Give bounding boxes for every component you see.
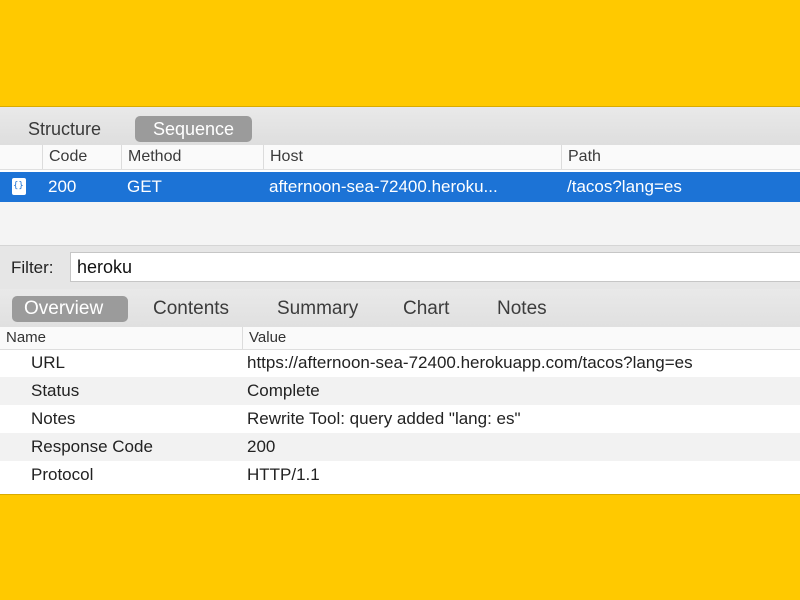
table-row[interactable]: URL https://afternoon-sea-72400.herokuap… (0, 349, 800, 377)
row-value: 200 (247, 437, 276, 456)
tab-structure[interactable]: Structure (10, 116, 119, 142)
row-name: Status (31, 381, 80, 400)
table-row[interactable]: Notes Rewrite Tool: query added "lang: e… (0, 405, 800, 433)
row-name: Response Code (31, 437, 153, 456)
overview-table: Name Value URL https://afternoon-sea-724… (0, 327, 800, 494)
column-header-method[interactable]: Method (121, 145, 181, 169)
table-row[interactable]: Response Code 200 (0, 433, 800, 461)
column-header-code[interactable]: Code (42, 145, 87, 169)
table-row[interactable]: Protocol HTTP/1.1 (0, 461, 800, 489)
column-header-name[interactable]: Name (0, 327, 46, 349)
table-row[interactable]: {} 200 GET afternoon-sea-72400.heroku...… (0, 172, 800, 202)
filter-label: Filter: (11, 258, 54, 277)
filter-input[interactable] (70, 252, 800, 282)
column-header-value[interactable]: Value (242, 327, 286, 349)
tab-chart[interactable]: Chart (391, 296, 461, 322)
column-header-host[interactable]: Host (263, 145, 303, 169)
tab-summary[interactable]: Summary (265, 296, 370, 322)
row-value: HTTP/1.1 (247, 465, 320, 484)
overview-table-header: Name Value (0, 327, 800, 350)
row-path: /tacos?lang=es (567, 177, 682, 196)
row-name: Protocol (31, 465, 94, 484)
column-header-path[interactable]: Path (561, 145, 601, 169)
tab-sequence[interactable]: Sequence (135, 116, 253, 142)
tab-overview[interactable]: Overview (12, 296, 128, 322)
row-host: afternoon-sea-72400.heroku... (269, 177, 498, 196)
tab-notes[interactable]: Notes (485, 296, 559, 322)
row-method: GET (127, 177, 162, 196)
row-name: Notes (31, 409, 76, 428)
json-file-icon: {} (12, 178, 26, 195)
row-name: URL (31, 353, 66, 372)
request-table: Code Method Host Path {} 200 GET afterno… (0, 145, 800, 245)
filter-bar: Filter: (0, 245, 800, 290)
empty-row-area (0, 202, 800, 245)
table-row[interactable]: Status Complete (0, 377, 800, 405)
row-code: 200 (48, 177, 77, 196)
row-value: https://afternoon-sea-72400.herokuapp.co… (247, 353, 693, 372)
request-table-header: Code Method Host Path (0, 145, 800, 170)
view-mode-toolbar: Structure Sequence (0, 107, 800, 146)
detail-tabs: Overview Contents Summary Chart Notes (0, 289, 800, 328)
row-value: Complete (247, 381, 320, 400)
row-value: Rewrite Tool: query added "lang: es" (247, 409, 521, 428)
charles-proxy-window: Structure Sequence Code Method Host Path… (0, 107, 800, 494)
tab-contents[interactable]: Contents (141, 296, 241, 322)
